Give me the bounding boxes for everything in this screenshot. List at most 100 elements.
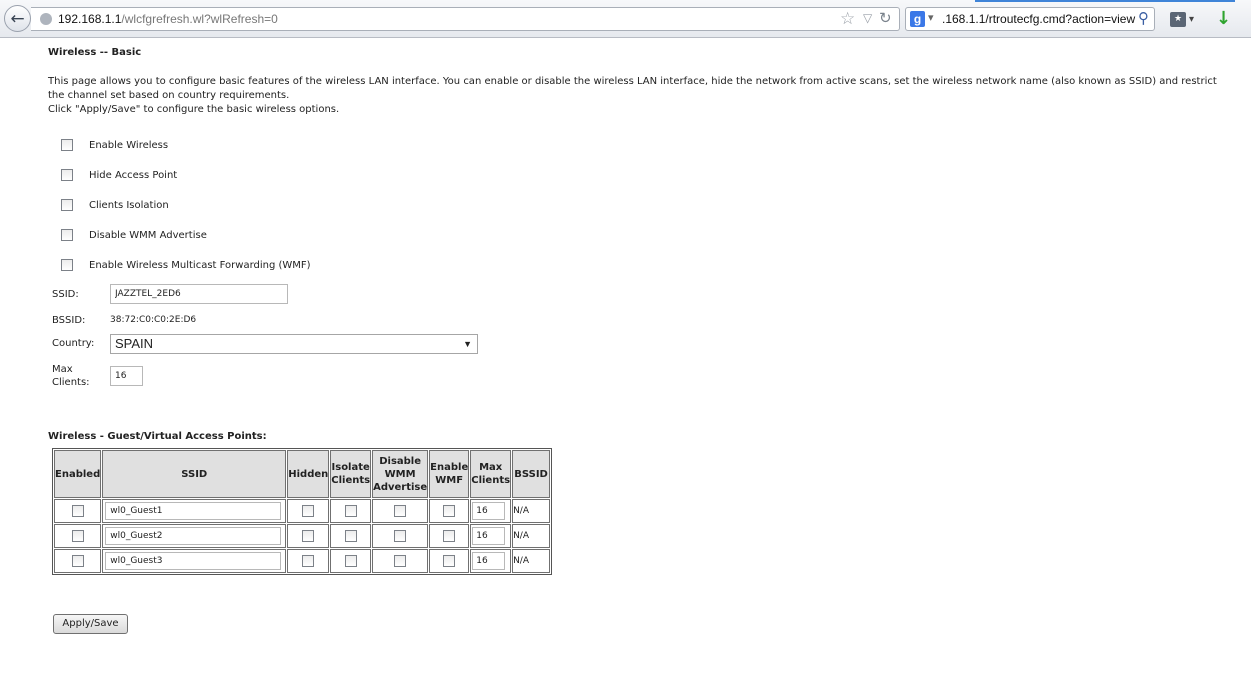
option-label: Hide Access Point (89, 169, 178, 181)
enabled-checkbox[interactable] (71, 530, 84, 542)
ssid-input[interactable] (110, 284, 288, 304)
header-isolate-clients: Isolate Clients (330, 450, 372, 498)
enabled-checkbox[interactable] (71, 555, 84, 567)
option-label: Disable WMM Advertise (89, 229, 207, 241)
option-enable-wireless[interactable]: Enable Wireless (61, 139, 168, 151)
description-text: This page allows you to configure basic … (48, 76, 1217, 101)
cell-hidden (287, 524, 330, 548)
max-clients-label-line1: Max (52, 364, 73, 375)
isolate-checkbox[interactable] (344, 505, 357, 517)
cell-wmf (429, 499, 470, 523)
cell-ssid: wl0_Guest1 (102, 499, 287, 523)
header-isolate-line1: Isolate (331, 462, 370, 473)
table-row: wl0_Guest1 16 N/A (54, 499, 551, 523)
cell-bssid: N/A (512, 524, 551, 548)
wmm-checkbox[interactable] (394, 530, 407, 542)
header-disable-wmm: Disable WMM Advertise (372, 450, 429, 498)
url-host: 192.168.1.1 (58, 12, 122, 26)
globe-icon (40, 13, 52, 25)
cell-enabled (54, 499, 102, 523)
checkbox[interactable] (61, 169, 73, 181)
header-wmm-line2: WMM (384, 468, 416, 480)
country-select[interactable]: SPAIN ▼ (110, 334, 478, 354)
option-label: Enable Wireless Multicast Forwarding (WM… (89, 259, 311, 271)
wmm-checkbox[interactable] (394, 555, 407, 567)
isolate-checkbox[interactable] (344, 530, 357, 542)
isolate-checkbox[interactable] (344, 555, 357, 567)
option-enable-wmf[interactable]: Enable Wireless Multicast Forwarding (WM… (61, 259, 311, 271)
history-dropdown-icon[interactable]: ▽ (863, 11, 872, 25)
description-hint: Click "Apply/Save" to configure the basi… (48, 104, 340, 115)
guest-ssid-input[interactable]: wl0_Guest3 (105, 552, 282, 570)
option-hide-access-point[interactable]: Hide Access Point (61, 169, 177, 181)
checkbox[interactable] (61, 139, 73, 151)
table-header-row: Enabled SSID Hidden Isolate Clients Disab… (54, 450, 551, 498)
wmf-checkbox[interactable] (443, 530, 456, 542)
header-hidden: Hidden (287, 450, 330, 498)
bookmarks-icon: ★ (1170, 11, 1186, 27)
search-engine-dropdown-icon[interactable]: ▾ (928, 11, 934, 24)
magnifier-icon[interactable]: ⚲ (1138, 9, 1149, 27)
guest-max-clients-input[interactable]: 16 (472, 502, 506, 520)
country-label: Country: (52, 338, 95, 349)
download-arrow-icon[interactable]: ↓ (1216, 8, 1231, 29)
checkbox[interactable] (61, 199, 73, 211)
header-wmm-line3: Advertise (373, 481, 428, 493)
header-bssid: BSSID (512, 450, 551, 498)
option-clients-isolation[interactable]: Clients Isolation (61, 199, 169, 211)
dropdown-arrow-icon: ▼ (463, 339, 472, 349)
cell-hidden (287, 499, 330, 523)
bookmark-star-icon[interactable]: ☆ (840, 9, 855, 29)
guest-max-clients-input[interactable]: 16 (472, 552, 506, 570)
checkbox[interactable] (61, 229, 73, 241)
search-engine-icon[interactable]: g (910, 11, 925, 27)
back-arrow-icon: ← (10, 8, 25, 29)
enabled-checkbox[interactable] (71, 505, 84, 517)
header-enable-wmf: Enable WMF (429, 450, 470, 498)
cell-wmf (429, 549, 470, 573)
bssid-label: BSSID: (52, 315, 86, 326)
hidden-checkbox[interactable] (302, 505, 315, 517)
tab-edge (975, 0, 1235, 2)
ssid-label: SSID: (52, 289, 79, 300)
option-label: Enable Wireless (89, 139, 169, 151)
wmm-checkbox[interactable] (394, 505, 407, 517)
cell-wmm (372, 524, 429, 548)
apply-save-button[interactable]: Apply/Save (53, 614, 128, 634)
wmf-checkbox[interactable] (443, 555, 456, 567)
hidden-checkbox[interactable] (302, 530, 315, 542)
search-box[interactable]: g ▾ .168.1.1/rtroutecfg.cmd?action=view … (905, 7, 1155, 31)
url-path: /wlcfgrefresh.wl?wlRefresh=0 (121, 12, 278, 26)
wmf-checkbox[interactable] (443, 505, 456, 517)
header-max-clients: Max Clients (470, 450, 512, 498)
address-bar[interactable]: 192.168.1.1/wlcfgrefresh.wl?wlRefresh=0 … (31, 7, 900, 31)
search-text[interactable]: .168.1.1/rtroutecfg.cmd?action=view (942, 12, 1135, 26)
browser-toolbar: ← 192.168.1.1/wlcfgrefresh.wl?wlRefresh=… (0, 0, 1251, 38)
bookmarks-menu[interactable]: ★ ▾ (1170, 9, 1200, 29)
hidden-checkbox[interactable] (302, 555, 315, 567)
header-wmf-line1: Enable (430, 462, 469, 473)
back-button[interactable]: ← (4, 5, 31, 32)
table-row: wl0_Guest3 16 N/A (54, 549, 551, 573)
guest-ap-table: Enabled SSID Hidden Isolate Clients Disab… (52, 448, 553, 575)
cell-bssid: N/A (512, 549, 551, 573)
max-clients-input[interactable]: 16 (110, 366, 143, 386)
guest-ssid-input[interactable]: wl0_Guest2 (105, 527, 282, 545)
address-url[interactable]: 192.168.1.1/wlcfgrefresh.wl?wlRefresh=0 (58, 12, 278, 26)
table-row: wl0_Guest2 16 N/A (54, 524, 551, 548)
bssid-value: 38:72:C0:C0:2E:D6 (110, 315, 197, 325)
cell-wmm (372, 499, 429, 523)
header-ssid: SSID (102, 450, 287, 498)
cell-isolate (330, 524, 372, 548)
option-disable-wmm[interactable]: Disable WMM Advertise (61, 229, 207, 241)
guest-ssid-input[interactable]: wl0_Guest1 (105, 502, 282, 520)
checkbox[interactable] (61, 259, 73, 271)
reload-icon[interactable]: ↻ (879, 9, 892, 27)
header-wmf-line2: WMF (435, 475, 464, 486)
cell-ssid: wl0_Guest2 (102, 524, 287, 548)
cell-max-clients: 16 (470, 524, 512, 548)
header-max-line1: Max (479, 462, 503, 473)
guest-max-clients-input[interactable]: 16 (472, 527, 506, 545)
cell-bssid: N/A (512, 499, 551, 523)
guest-section-title: Wireless - Guest/Virtual Access Points: (48, 431, 267, 442)
